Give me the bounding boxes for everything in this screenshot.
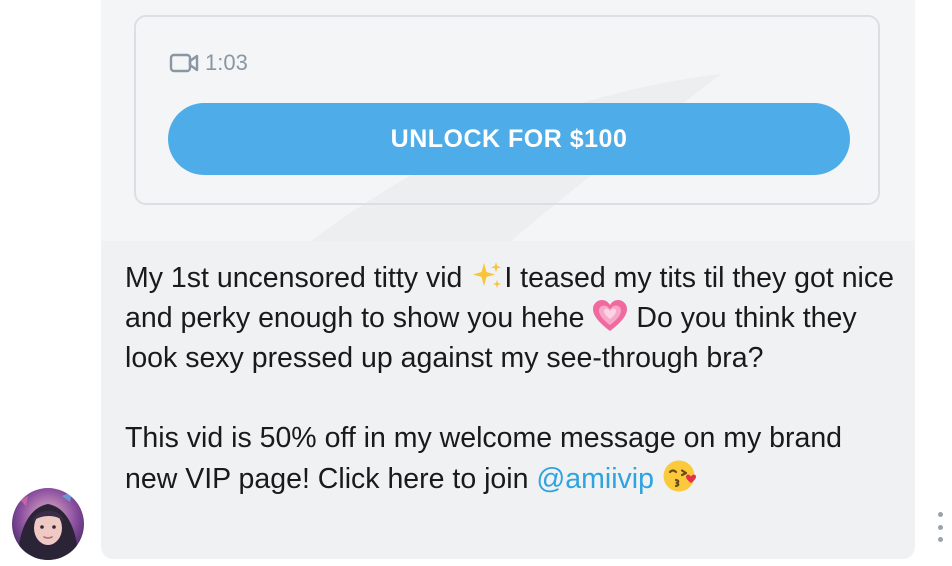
message-paragraph-2: This vid is 50% off in my welcome messag… <box>125 418 895 499</box>
message-text-segment: My 1st uncensored titty vid <box>125 262 471 294</box>
face-blowing-kiss-icon <box>663 460 696 492</box>
kebab-dot <box>937 524 943 530</box>
sparkles-icon <box>473 262 502 288</box>
unlock-button-label: UNLOCK FOR $100 <box>390 124 628 153</box>
video-duration: 1:03 <box>169 50 248 76</box>
video-camera-icon <box>169 53 199 73</box>
message-paragraph-1: My 1st uncensored titty vid I teased my … <box>125 258 895 378</box>
locked-media-card: 1:03 UNLOCK FOR $100 <box>134 15 880 205</box>
avatar[interactable] <box>12 488 84 560</box>
kebab-dot <box>937 537 943 542</box>
avatar-image <box>12 488 84 560</box>
duration-text: 1:03 <box>205 50 248 75</box>
mention-link[interactable]: @amiivip <box>536 463 654 495</box>
message-bubble: 1:03 UNLOCK FOR $100 My 1st uncensored t… <box>101 0 915 559</box>
message-text-segment: This vid is 50% off in my welcome messag… <box>125 422 843 495</box>
growing-heart-icon <box>593 300 628 331</box>
unlock-button[interactable]: UNLOCK FOR $100 <box>168 103 850 175</box>
kebab-dot <box>937 512 943 517</box>
message-text: My 1st uncensored titty vid I teased my … <box>125 258 895 499</box>
more-vertical-icon[interactable] <box>932 512 948 542</box>
locked-media: 1:03 UNLOCK FOR $100 <box>101 0 915 241</box>
chat-screen: 1:03 UNLOCK FOR $100 My 1st uncensored t… <box>0 0 952 566</box>
